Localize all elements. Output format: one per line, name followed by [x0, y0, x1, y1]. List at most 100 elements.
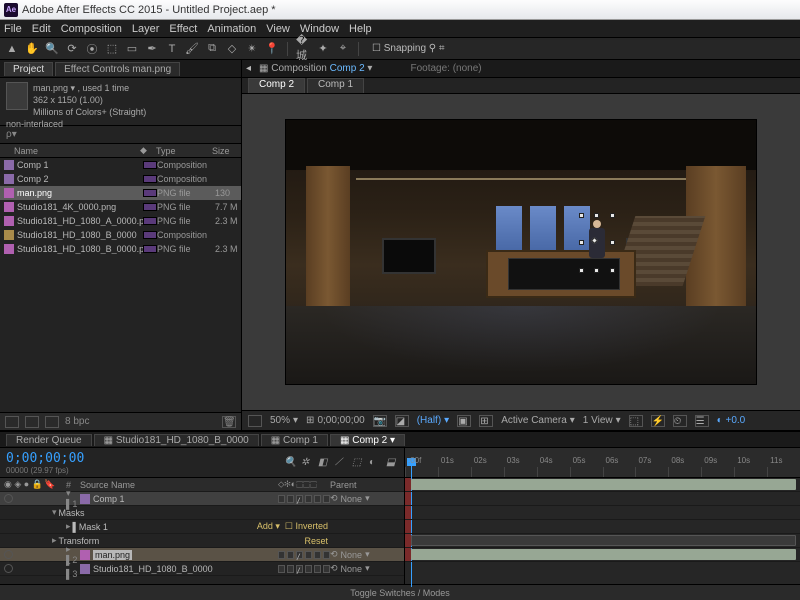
menu-view[interactable]: View	[266, 23, 290, 35]
project-panel: Project Effect Controls man.png man.png …	[0, 60, 242, 430]
layer-row[interactable]: ▸ ▌2 man.png / ⟲ None ▾	[0, 548, 404, 562]
menu-bar: File Edit Composition Layer Effect Anima…	[0, 20, 800, 38]
col-label[interactable]: ◆	[140, 145, 156, 156]
composition-panel: ◂ ▦ Composition Comp 2 ▾ Footage: (none)…	[242, 60, 800, 430]
composition-viewer[interactable]	[242, 94, 800, 410]
col-size[interactable]: Size	[212, 146, 241, 156]
chevron-left-icon[interactable]: ◂	[246, 63, 251, 74]
menu-edit[interactable]: Edit	[32, 23, 51, 35]
tab-render-queue[interactable]: Render Queue	[6, 434, 92, 446]
shy-icon[interactable]: ⟋	[335, 457, 347, 469]
graph-editor-icon[interactable]: ⬓	[386, 457, 398, 469]
project-item[interactable]: Studio181_HD_1080_A_0000.pngPNG file2.3 …	[0, 214, 241, 228]
safe-zones-icon[interactable]	[248, 415, 262, 427]
snapping-toggle[interactable]: ☐ Snapping ⚲ ⌗	[372, 43, 445, 54]
frame-blend-icon[interactable]: ⬚	[352, 457, 364, 469]
track-bar[interactable]	[405, 478, 800, 492]
timeline-tracks[interactable]: :00f 01s 02s 03s 04s 05s 06s 07s 08s 09s…	[405, 448, 800, 584]
layer-row[interactable]: ▾ ▌1 Comp 1 / ⟲ None ▾	[0, 492, 404, 506]
time-ruler[interactable]: :00f 01s 02s 03s 04s 05s 06s 07s 08s 09s…	[405, 448, 800, 478]
project-item[interactable]: Studio181_4K_0000.pngPNG file7.7 M	[0, 200, 241, 214]
viewport[interactable]	[286, 120, 756, 384]
zoom-tool-icon[interactable]: 🔍	[44, 41, 60, 57]
timeline-tab[interactable]: ▦ Studio181_HD_1080_B_0000	[94, 434, 259, 446]
menu-file[interactable]: File	[4, 23, 22, 35]
rotate-tool-icon[interactable]: ⟳	[64, 41, 80, 57]
new-folder-icon[interactable]	[25, 416, 39, 428]
project-list[interactable]: Comp 1Composition Comp 2Composition man.…	[0, 158, 241, 412]
draft3d-icon[interactable]: ◧	[318, 457, 330, 469]
search-icon[interactable]: 🔍	[284, 457, 296, 469]
clone-tool-icon[interactable]: ⧉	[204, 41, 220, 57]
new-comp-icon[interactable]	[45, 416, 59, 428]
brush-tool-icon[interactable]: 🖌	[184, 41, 200, 57]
zoom-dropdown[interactable]: 50% ▾	[270, 415, 298, 426]
flowchart-icon[interactable]: ☰	[695, 415, 709, 427]
current-time[interactable]: 0;00;00;00	[6, 451, 84, 466]
menu-effect[interactable]: Effect	[169, 23, 197, 35]
view-axis-icon[interactable]: ⌖	[335, 41, 351, 57]
tab-effect-controls[interactable]: Effect Controls man.png	[55, 62, 180, 76]
rect-tool-icon[interactable]: ▭	[124, 41, 140, 57]
roto-tool-icon[interactable]: ✴	[244, 41, 260, 57]
eraser-tool-icon[interactable]: ◇	[224, 41, 240, 57]
world-axis-icon[interactable]: ✦	[315, 41, 331, 57]
motion-blur-icon[interactable]: ◐	[369, 457, 381, 469]
pixel-aspect-icon[interactable]: ⬚	[629, 415, 643, 427]
time-display[interactable]: ⊞ 0;00;00;00	[306, 415, 365, 426]
project-item[interactable]: Comp 2Composition	[0, 172, 241, 186]
menu-layer[interactable]: Layer	[132, 23, 160, 35]
panbehind-tool-icon[interactable]: ⬚	[104, 41, 120, 57]
interpret-footage-icon[interactable]	[5, 416, 19, 428]
asset-info: man.png ▾ , used 1 time 362 x 1150 (1.00…	[0, 78, 241, 126]
selection-tool-icon[interactable]: ▲	[4, 41, 20, 57]
channel-icon[interactable]: ◪	[395, 415, 409, 427]
camera-dropdown[interactable]: Active Camera ▾	[501, 415, 575, 426]
timeline-footer[interactable]: Toggle Switches / Modes	[0, 584, 800, 600]
local-axis-icon[interactable]: �城	[295, 41, 311, 57]
col-type[interactable]: Type	[156, 146, 212, 156]
frame-info: 00000 (29.97 fps)	[6, 466, 84, 475]
layer-columns-header: ◉ ◈ ● 🔒🔖# Source Name ⬦✻◐⬚⬚⬚ Parent	[0, 478, 404, 492]
menu-composition[interactable]: Composition	[61, 23, 122, 35]
comp-subtab[interactable]: Comp 2	[248, 78, 305, 93]
project-item[interactable]: man.pngPNG file130	[0, 186, 241, 200]
timeline-layer-panel: 0;00;00;00 00000 (29.97 fps) 🔍 ✲ ◧ ⟋ ⬚ ◐…	[0, 448, 405, 584]
tab-project[interactable]: Project	[4, 62, 53, 76]
comp-subtab[interactable]: Comp 1	[307, 78, 364, 93]
roi-icon[interactable]: ▣	[457, 415, 471, 427]
layer-mask-item[interactable]: ▌ Mask 1 Add ▾ ☐ Inverted	[0, 520, 404, 534]
asset-name: man.png ▾ , used 1 time	[6, 82, 235, 94]
menu-window[interactable]: Window	[300, 23, 339, 35]
project-item[interactable]: Studio181_HD_1080_B_0000Composition	[0, 228, 241, 242]
track-bar[interactable]	[405, 534, 800, 548]
hand-tool-icon[interactable]: ✋	[24, 41, 40, 57]
exposure-control[interactable]: ◐ +0.0	[717, 415, 746, 426]
selection-handles[interactable]	[582, 216, 612, 270]
views-dropdown[interactable]: 1 View ▾	[583, 415, 621, 426]
resolution-dropdown[interactable]: (Half) ▾	[417, 415, 449, 426]
project-item[interactable]: Comp 1Composition	[0, 158, 241, 172]
timeline-tab[interactable]: ▦ Comp 1	[261, 434, 328, 446]
comp-mini-flowchart-icon[interactable]: ✲	[301, 457, 313, 469]
pen-tool-icon[interactable]: ✒	[144, 41, 160, 57]
project-search[interactable]: ρ▾	[0, 126, 241, 144]
col-name[interactable]: Name	[0, 146, 140, 156]
timeline-tab[interactable]: ▦ Comp 2 ▾	[330, 434, 405, 446]
bpc-toggle[interactable]: 8 bpc	[65, 416, 89, 427]
timeline-icon[interactable]: ⏲	[673, 415, 687, 427]
layer-transform[interactable]: TransformReset	[0, 534, 404, 548]
camera-tool-icon[interactable]: ⦿	[84, 41, 100, 57]
menu-animation[interactable]: Animation	[207, 23, 256, 35]
layer-masks[interactable]: Masks	[0, 506, 404, 520]
fast-previews-icon[interactable]: ⚡	[651, 415, 665, 427]
project-item[interactable]: Studio181_HD_1080_B_0000.pngPNG file2.3 …	[0, 242, 241, 256]
grid-icon[interactable]: ⊞	[479, 415, 493, 427]
menu-help[interactable]: Help	[349, 23, 372, 35]
puppet-tool-icon[interactable]: 📍	[264, 41, 280, 57]
layer-row[interactable]: ▸ ▌3 Studio181_HD_1080_B_0000 / ⟲ None ▾	[0, 562, 404, 576]
delete-icon[interactable]: 🗑	[222, 416, 236, 428]
snapshot-icon[interactable]: 📷	[373, 415, 387, 427]
track-bar[interactable]	[405, 548, 800, 562]
type-tool-icon[interactable]: T	[164, 41, 180, 57]
